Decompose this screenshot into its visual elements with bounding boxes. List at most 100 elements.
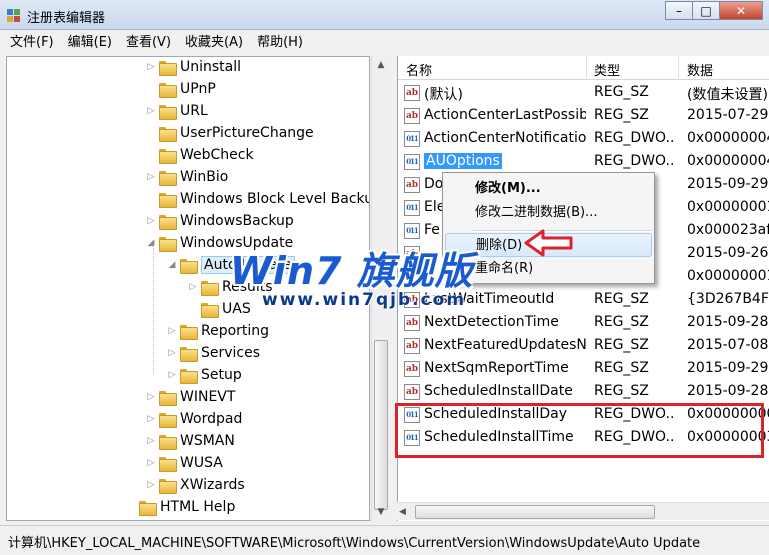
folder-icon [159,148,177,164]
watermark-url: www.win7qjb.com [262,290,467,310]
tree-item-label: WINEVT [180,389,236,405]
tree-item-label: XWizards [180,477,245,493]
status-bar: 计算机\HKEY_LOCAL_MACHINE\SOFTWARE\Microsof… [0,525,769,555]
value-row[interactable]: 011 ActionCenterNotificatio... REG_DWO... 0… [398,128,769,151]
tree-item[interactable]: ▷ URL [145,101,208,121]
scroll-up-icon[interactable]: ▲ [372,56,390,74]
value-row[interactable]: 011 AUOptions REG_DWO... 0x00000004 [398,151,769,174]
value-type: REG_SZ [594,291,649,307]
tree-item[interactable]: WebCheck [145,145,254,165]
tree-item[interactable]: ▷ XWizards [145,475,245,495]
folder-icon [159,170,177,186]
value-type: REG_DWO... [594,153,674,169]
menu-edit[interactable]: 编辑(E) [64,33,116,53]
expanded-arrow-icon[interactable]: ◢ [145,238,157,248]
collapsed-arrow-icon[interactable]: ▷ [145,436,157,446]
column-separator[interactable] [678,56,679,80]
expanded-arrow-icon[interactable]: ◢ [166,260,178,270]
tree-item-label: Uninstall [180,59,242,75]
value-row[interactable]: ab ActionCenterLastPossib... REG_SZ 2015-07… [398,105,769,128]
column-separator[interactable] [586,56,587,80]
value-name-text: Fe [424,222,440,238]
collapsed-arrow-icon[interactable]: ▷ [145,62,157,72]
value-row[interactable]: ab NextFeaturedUpdatesN... REG_SZ 2015-07-0… [398,335,769,358]
collapsed-arrow-icon[interactable]: ▷ [187,282,199,292]
folder-icon [180,368,198,384]
scroll-left-icon[interactable]: ◀ [399,503,406,521]
tree-item-label: UPnP [180,81,216,97]
tree-item-label: UserPictureChange [180,125,314,141]
value-data: 2015-07-29 [687,107,769,123]
value-name: ScheduledInstallDate [424,383,586,399]
regedit-icon [7,9,20,22]
tree-item[interactable]: ▷ Reporting [166,321,269,341]
folder-icon [180,324,198,340]
binary-value-icon: 011 [404,200,420,216]
collapsed-arrow-icon[interactable]: ▷ [145,480,157,490]
collapsed-arrow-icon[interactable]: ▷ [145,458,157,468]
value-data: 0x00000001 [687,268,769,284]
string-value-icon: ab [404,108,420,124]
value-name: NextSqmReportTime [424,360,586,376]
value-name: ActionCenterNotificatio... [424,130,586,146]
menu-help[interactable]: 帮助(H) [253,33,307,53]
menu-favorites[interactable]: 收藏夹(A) [181,33,247,53]
tree-item[interactable]: ▷ Services [166,343,260,363]
collapsed-arrow-icon[interactable]: ▷ [145,392,157,402]
collapsed-arrow-icon[interactable]: ▷ [166,348,178,358]
collapsed-arrow-icon[interactable]: ▷ [166,370,178,380]
tree-item[interactable]: ▷ WINEVT [145,387,235,407]
maximize-button[interactable]: □ [692,1,720,20]
tree-item[interactable]: ▷ WSMAN [145,431,235,451]
tree-item[interactable]: UserPictureChange [145,123,314,143]
column-data-header[interactable]: 数据 [687,60,713,79]
minimize-button[interactable]: – [665,1,693,20]
tree-item-label: WUSA [180,455,223,471]
value-data: 2015-09-28 [687,314,769,330]
collapsed-arrow-icon[interactable]: ▷ [145,216,157,226]
value-row[interactable]: ab (默认) REG_SZ (数值未设置) [398,82,769,105]
tree-guide-line [153,245,154,375]
scroll-thumb[interactable] [415,505,655,519]
scroll-down-icon[interactable]: ▼ [372,503,390,521]
menu-view[interactable]: 查看(V) [122,33,175,53]
menu-file[interactable]: 文件(F) [6,33,58,53]
ctx-modify[interactable]: 修改(M)... [445,177,652,201]
tree-item[interactable]: ▷ WindowsBackup [145,211,294,231]
collapsed-arrow-icon[interactable]: ▷ [145,106,157,116]
scroll-thumb[interactable] [374,340,388,510]
value-name-text: NextSqmReportTime [424,360,569,376]
tree-item-label: Reporting [201,323,270,339]
binary-value-icon: 011 [404,131,420,147]
collapsed-arrow-icon[interactable]: ▷ [166,326,178,336]
value-row[interactable]: ab ScheduledInstallDate REG_SZ 2015-09-28 [398,381,769,404]
collapsed-arrow-icon[interactable]: ▷ [145,414,157,424]
list-horizontal-scrollbar[interactable]: ◀ [397,502,769,520]
value-type: REG_SZ [594,84,649,100]
value-name-text: NextFeaturedUpdatesN... [424,337,586,353]
column-type-header[interactable]: 类型 [594,60,620,79]
value-type: REG_SZ [594,337,649,353]
tree-item-label: URL [180,103,208,119]
tree-item-label: Services [201,345,261,361]
ctx-modify-binary[interactable]: 修改二进制数据(B)... [445,201,652,225]
tree-item[interactable]: ▷ Wordpad [145,409,242,429]
value-name-text: ScheduledInstallDate [424,383,573,399]
close-button[interactable]: ✕ [719,1,763,20]
tree-item[interactable]: HTML Help [125,497,235,517]
tree-item[interactable]: UPnP [145,79,216,99]
column-name-header[interactable]: 名称 [406,60,432,79]
value-row[interactable]: ab NextSqmReportTime REG_SZ 2015-09-29 [398,358,769,381]
tree-item-label: WinBio [180,169,229,185]
tree-item[interactable]: ▷ Uninstall [145,57,241,77]
binary-value-icon: 011 [404,223,420,239]
tree-item[interactable]: ▷ Setup [166,365,242,385]
tree-item[interactable]: Windows Block Level Backup [145,189,369,209]
tree-item-label: Setup [201,367,242,383]
collapsed-arrow-icon[interactable]: ▷ [145,172,157,182]
value-data: 2015-09-29 [687,176,769,192]
folder-icon [159,434,177,450]
tree-item[interactable]: ▷ WinBio [145,167,228,187]
value-name-text: ActionCenterLastPossib... [424,107,586,123]
tree-item[interactable]: ▷ WUSA [145,453,223,473]
